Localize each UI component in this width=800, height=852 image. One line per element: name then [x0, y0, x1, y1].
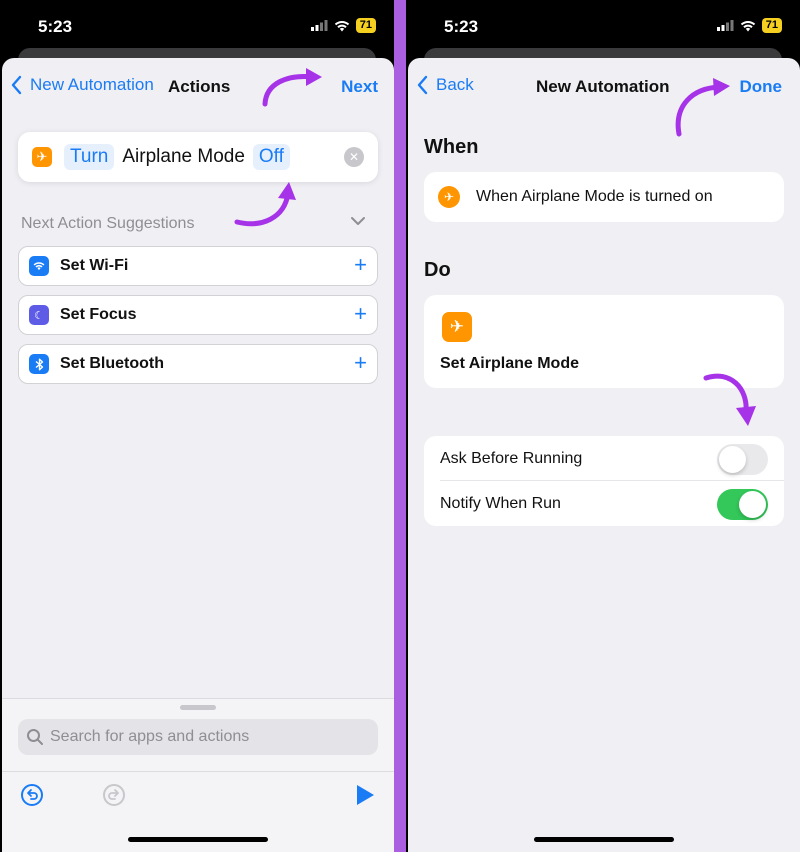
redo-icon[interactable] — [102, 783, 126, 807]
status-icons: 71 — [716, 18, 782, 33]
action-subject: Airplane Mode — [122, 146, 245, 167]
search-icon — [27, 729, 43, 745]
ask-before-running-label: Ask Before Running — [440, 449, 583, 467]
nav-title: Actions — [168, 77, 231, 96]
action-verb-token[interactable]: Turn — [64, 144, 115, 170]
search-placeholder: Search for apps and actions — [50, 728, 250, 745]
status-bar: 5:23 71 — [406, 0, 800, 50]
suggestions-header: Next Action Suggestions — [21, 215, 195, 232]
status-time: 5:23 — [444, 17, 479, 36]
chevron-left-icon — [11, 75, 22, 95]
left-phone-screen: 5:23 71 New Automation Actions Next ✈ Tu… — [0, 0, 394, 852]
battery-indicator: 71 — [355, 18, 376, 33]
suggestion-set-wifi[interactable]: Set Wi-Fi + — [18, 246, 378, 286]
moon-icon: ☾ — [29, 305, 49, 325]
sheet-grabber[interactable] — [180, 705, 216, 710]
navigation-bar: New Automation Actions Next — [2, 58, 394, 116]
settings-card: Ask Before Running Notify When Run — [424, 436, 784, 526]
suggestion-label: Set Bluetooth — [60, 355, 164, 372]
trigger-text: When Airplane Mode is turned on — [476, 188, 713, 205]
back-button[interactable]: Back — [416, 75, 474, 95]
do-action-card[interactable]: ✈ Set Airplane Mode — [424, 295, 784, 388]
add-icon[interactable]: + — [354, 253, 367, 277]
remove-action-icon[interactable]: ✕ — [344, 147, 364, 167]
do-action-label: Set Airplane Mode — [440, 355, 579, 372]
undo-icon[interactable] — [20, 783, 44, 807]
nav-title: New Automation — [536, 77, 670, 96]
automation-sheet: Back New Automation Done When ✈ When Air… — [408, 58, 800, 852]
done-button[interactable]: Done — [740, 77, 783, 97]
battery-indicator: 71 — [761, 18, 782, 33]
wifi-icon — [29, 256, 49, 276]
suggestion-label: Set Focus — [60, 306, 137, 323]
action-card[interactable]: ✈ Turn Airplane Mode Off ✕ — [18, 132, 378, 182]
chevron-left-icon — [417, 75, 428, 95]
navigation-bar: Back New Automation Done — [408, 58, 800, 116]
search-input[interactable]: Search for apps and actions — [18, 719, 378, 755]
notify-when-run-row: Notify When Run — [424, 481, 784, 526]
trigger-card[interactable]: ✈ When Airplane Mode is turned on — [424, 172, 784, 222]
next-button[interactable]: Next — [341, 77, 378, 97]
notify-when-run-label: Notify When Run — [440, 494, 561, 512]
toolbar-divider — [2, 771, 394, 772]
play-icon[interactable] — [354, 783, 376, 807]
add-icon[interactable]: + — [354, 351, 367, 375]
actions-sheet: New Automation Actions Next ✈ Turn Airpl… — [2, 58, 394, 852]
right-phone-screen: 5:23 71 Back New Automation Done When ✈ … — [406, 0, 800, 852]
status-time: 5:23 — [38, 17, 73, 36]
when-section-title: When — [424, 136, 479, 158]
toggle-knob — [739, 491, 766, 518]
wifi-status-icon — [740, 20, 755, 31]
cellular-signal-icon — [716, 20, 734, 31]
airplane-icon: ✈ — [442, 312, 472, 342]
airplane-icon: ✈ — [32, 147, 52, 167]
wifi-status-icon — [334, 20, 349, 31]
suggestion-set-bluetooth[interactable]: Set Bluetooth + — [18, 344, 378, 384]
add-icon[interactable]: + — [354, 302, 367, 326]
back-button[interactable]: New Automation — [10, 75, 154, 95]
ask-before-running-toggle[interactable] — [717, 444, 768, 475]
bottom-panel: Search for apps and actions — [2, 698, 394, 852]
status-bar: 5:23 71 — [0, 0, 394, 50]
chevron-down-icon[interactable] — [350, 216, 366, 226]
back-button-label: New Automation — [30, 75, 154, 94]
notify-when-run-toggle[interactable] — [717, 489, 768, 520]
back-button-label: Back — [436, 75, 474, 94]
home-indicator — [534, 837, 674, 842]
home-indicator — [128, 837, 268, 842]
action-state-token[interactable]: Off — [252, 144, 290, 170]
status-icons: 71 — [310, 18, 376, 33]
toggle-knob — [719, 446, 746, 473]
suggestion-set-focus[interactable]: ☾ Set Focus + — [18, 295, 378, 335]
bluetooth-icon — [29, 354, 49, 374]
ask-before-running-row: Ask Before Running — [424, 436, 784, 481]
airplane-icon: ✈ — [438, 186, 460, 208]
suggestion-label: Set Wi-Fi — [60, 257, 129, 274]
do-section-title: Do — [424, 259, 451, 281]
cellular-signal-icon — [310, 20, 328, 31]
